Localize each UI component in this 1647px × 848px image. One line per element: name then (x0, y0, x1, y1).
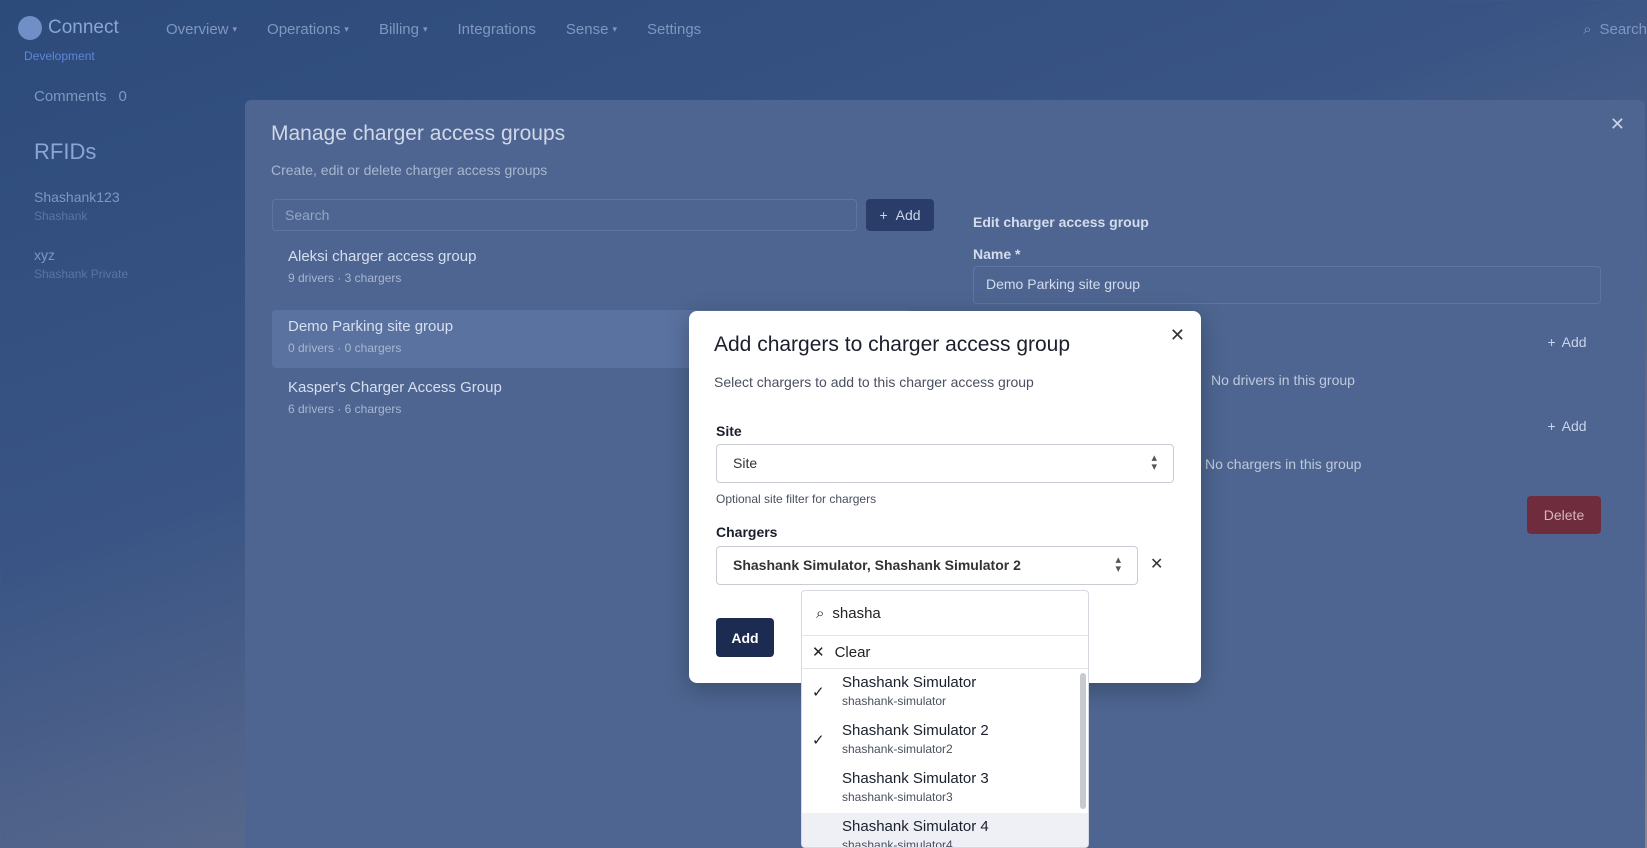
add-chargers-label: Add (1561, 418, 1587, 434)
dialog-subtitle: Select chargers to add to this charger a… (714, 374, 1034, 390)
no-chargers-message: No chargers in this group (1205, 456, 1362, 472)
dropdown-option[interactable]: ✓ Shashank Simulator 2 shashank-simulato… (802, 717, 1088, 765)
comments-count: 0 (118, 88, 127, 105)
rfid-subtitle: Shashank (34, 209, 88, 223)
dropdown-option[interactable]: ✓ Shashank Simulator shashank-simulator (802, 669, 1088, 717)
dropdown-search-input[interactable]: shasha (832, 605, 880, 622)
logo-text: Connect (48, 17, 119, 38)
group-name-input[interactable]: Demo Parking site group (973, 266, 1601, 304)
logo-icon (18, 16, 42, 40)
dropdown-option[interactable]: Shashank Simulator 3 shashank-simulator3 (802, 765, 1088, 813)
chargers-select[interactable]: Shashank Simulator, Shashank Simulator 2… (716, 546, 1138, 585)
site-hint: Optional site filter for chargers (716, 492, 877, 506)
option-name: Shashank Simulator (842, 674, 977, 691)
chevron-down-icon: ▾ (612, 24, 617, 34)
option-slug: shashank-simulator3 (842, 790, 953, 804)
option-slug: shashank-simulator4 (842, 838, 953, 848)
nav-operations[interactable]: Operations ▾ (267, 21, 349, 38)
dialog-subtitle: Create, edit or delete charger access gr… (271, 162, 548, 178)
chevron-down-icon: ▾ (422, 24, 428, 34)
close-icon[interactable]: ✕ (1610, 114, 1625, 135)
dropdown-clear-button[interactable]: ✕ Clear (802, 636, 1088, 669)
nav-integrations-label: Integrations (457, 21, 536, 38)
close-icon: ✕ (812, 644, 825, 661)
option-slug: shashank-simulator (842, 694, 947, 708)
delete-group-button[interactable]: Delete (1527, 496, 1601, 534)
rfid-subtitle: Shashank Private (34, 267, 129, 281)
add-group-label: Add (895, 207, 921, 223)
global-search[interactable]: ⌕ Search (1583, 21, 1647, 38)
chargers-label: Chargers (716, 524, 778, 540)
nav-billing-label: Billing (378, 21, 419, 38)
chevron-down-icon: ▾ (344, 24, 349, 34)
no-drivers-message: No drivers in this group (1211, 372, 1355, 388)
rfid-title: xyz (34, 247, 55, 263)
plus-icon: + (879, 207, 888, 223)
nav-integrations[interactable]: Integrations (458, 21, 536, 38)
option-name: Shashank Simulator 4 (842, 818, 989, 835)
clear-selection-icon[interactable]: ✕ (1150, 554, 1163, 574)
nav-sense-label: Sense (565, 21, 609, 38)
environment-label[interactable]: Development (24, 49, 95, 63)
nav-menu: Overview ▾ Operations ▾ Billing ▾ Integrati… (166, 21, 701, 38)
name-label: Name * (973, 246, 1021, 262)
add-drivers-button[interactable]: + Add (1535, 327, 1599, 357)
option-name: Shashank Simulator 2 (842, 722, 989, 739)
site-label: Site (716, 423, 742, 439)
clear-label: Clear (834, 643, 871, 661)
check-icon: ✓ (812, 732, 825, 749)
rfid-item[interactable]: xyz Shashank Private (34, 247, 128, 281)
nav-settings-label: Settings (646, 21, 702, 38)
dropdown-option[interactable]: Shashank Simulator 4 shashank-simulator4 (802, 813, 1088, 848)
group-name: Aleksi charger access group (288, 248, 477, 265)
dropdown-scrollbar[interactable] (1080, 673, 1086, 809)
nav-operations-label: Operations (267, 21, 341, 38)
edit-panel-title: Edit charger access group (973, 214, 1149, 230)
site-select-value: Site (733, 455, 758, 471)
option-slug: shashank-simulator2 (842, 742, 953, 756)
dropdown-options: ✓ Shashank Simulator shashank-simulator … (802, 669, 1088, 848)
nav-sense[interactable]: Sense ▾ (566, 21, 617, 38)
add-chargers-submit-button[interactable]: Add (716, 618, 774, 657)
add-chargers-button[interactable]: + Add (1535, 411, 1599, 441)
chevron-down-icon: ▾ (232, 24, 238, 34)
dialog-title: Add chargers to charger access group (714, 333, 1071, 356)
nav-billing[interactable]: Billing ▾ (379, 21, 428, 38)
chargers-dropdown: ⌕ shasha ✕ Clear ✓ Shashank Simulator sh… (801, 590, 1089, 848)
group-meta: 9 drivers · 3 chargers (288, 271, 402, 285)
comments-link[interactable]: Comments 0 (34, 88, 128, 105)
dialog-title: Manage charger access groups (271, 122, 566, 145)
rfid-item[interactable]: Shashank123 Shashank (34, 189, 128, 223)
search-icon: ⌕ (1583, 21, 1592, 38)
nav-overview[interactable]: Overview ▾ (166, 21, 237, 38)
rfid-title: Shashank123 (34, 189, 120, 205)
logo[interactable]: Connect (18, 16, 119, 40)
nav-overview-label: Overview (166, 21, 229, 38)
search-icon: ⌕ (816, 604, 825, 622)
add-group-button[interactable]: + Add (866, 199, 934, 231)
plus-icon: + (1547, 334, 1556, 350)
top-navigation: Connect Development Overview ▾ Operations… (0, 0, 1647, 90)
site-select[interactable]: Site ▴ ▾ (716, 444, 1174, 483)
close-icon[interactable]: ✕ (1170, 325, 1185, 346)
check-icon: ✓ (812, 684, 825, 701)
option-name: Shashank Simulator 3 (842, 770, 989, 787)
background-sidebar: Comments 0 RFIDs Shashank123 Shashank xy… (34, 88, 128, 281)
add-drivers-label: Add (1561, 334, 1587, 350)
nav-settings[interactable]: Settings (647, 21, 701, 38)
comments-label: Comments (34, 88, 107, 105)
plus-icon: + (1547, 418, 1556, 434)
dropdown-search[interactable]: ⌕ shasha (802, 591, 1088, 636)
rfids-title: RFIDs (34, 139, 97, 164)
chevron-updown-icon: ▴ ▾ (1115, 554, 1121, 575)
group-list-item[interactable]: Aleksi charger access group 9 drivers · … (272, 240, 912, 298)
chevron-updown-icon: ▴ ▾ (1151, 452, 1157, 473)
group-search-input[interactable]: Search (272, 199, 857, 231)
global-search-label: Search (1599, 21, 1647, 38)
chargers-select-value: Shashank Simulator, Shashank Simulator 2 (733, 557, 1021, 573)
